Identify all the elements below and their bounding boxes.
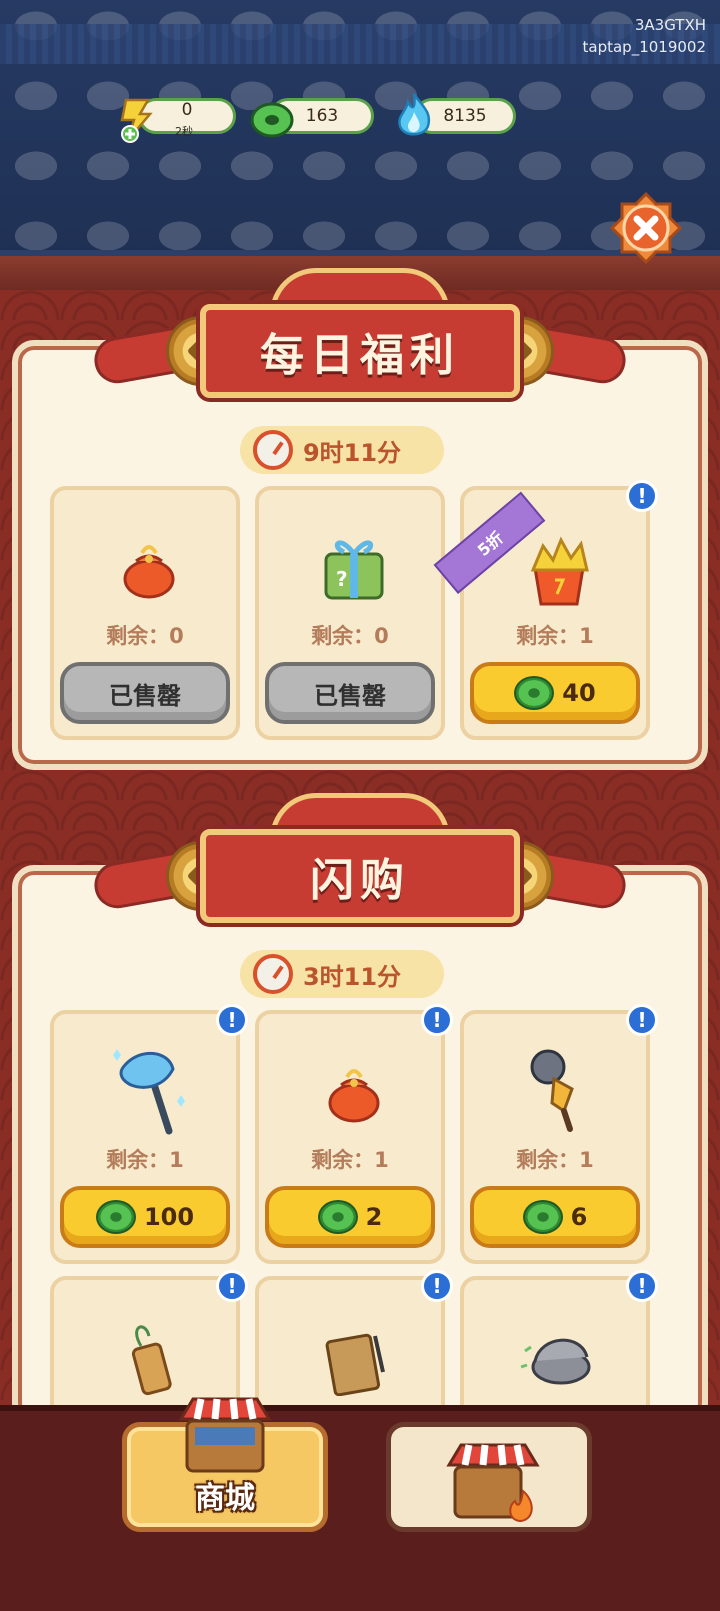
blue-flame-icon [392, 92, 436, 144]
energy-lightning-icon [112, 96, 160, 144]
crystal-axe-icon [99, 1040, 199, 1140]
bottom-nav-bar [0, 1405, 720, 1611]
wooden-tag-icon [99, 1306, 199, 1406]
gold-nuggets-bucket-icon [509, 516, 609, 616]
flash-item-card: ! 剩余：1 6 [460, 1004, 658, 1264]
tab-flash-sale[interactable] [386, 1422, 592, 1532]
coin-value: 163 [305, 106, 339, 126]
info-alert-icon[interactable]: ! [216, 1270, 248, 1302]
account-code-line2: taptap_1019002 [582, 38, 707, 56]
close-button[interactable] [608, 190, 684, 266]
jade-coin-icon [514, 676, 555, 710]
notebook-icon [304, 1306, 404, 1406]
oyster-icon [509, 1306, 609, 1406]
tab-shop-label: 商城 [195, 1481, 255, 1516]
daily-item-card: ? 剩余：0 已售罄 [255, 486, 445, 740]
info-alert-icon[interactable]: ! [626, 1004, 658, 1036]
account-code: 3A3GTXH taptap_1019002 [583, 14, 707, 58]
daily-timer-text: 9时11分 [302, 438, 402, 467]
buy-button[interactable]: 100 [60, 1186, 230, 1248]
energy-value: 0 [181, 100, 193, 120]
remain-count: 剩余：1 [516, 624, 594, 648]
jade-coin-icon [95, 1200, 136, 1234]
info-alert-icon[interactable]: ! [421, 1004, 453, 1036]
remain-count: 剩余：0 [106, 624, 184, 648]
flash-title: 闪购 [200, 829, 520, 923]
daily-timer: 9时11分 [240, 426, 444, 474]
jade-coin-icon [522, 1200, 563, 1234]
jade-coin-icon [250, 98, 294, 146]
energy-timer: 2秒 [175, 125, 193, 138]
flash-timer: 3时11分 [240, 950, 444, 998]
shop-stall-icon [178, 1397, 272, 1473]
clock-icon [252, 430, 293, 470]
info-alert-icon[interactable]: ! [626, 480, 658, 512]
svg-text:?: ? [336, 567, 348, 591]
sold-out-button[interactable]: 已售罄 [265, 662, 435, 724]
buy-button[interactable]: 6 [470, 1186, 640, 1248]
close-icon [609, 191, 683, 265]
daily-item-card: 剩余：0 已售罄 [50, 486, 240, 740]
daily-title: 每日福利 [200, 304, 520, 398]
flash-item-card: ! 剩余：1 2 [255, 1004, 453, 1264]
flash-item-card: ! 剩余：1 100 [50, 1004, 248, 1264]
daily-banner: 每日福利 [80, 268, 640, 408]
buy-button[interactable]: 40 [470, 662, 640, 724]
jade-coin-icon [317, 1200, 358, 1234]
buy-button[interactable]: 2 [265, 1186, 435, 1248]
flash-banner: 闪购 [80, 793, 640, 933]
info-alert-icon[interactable]: ! [421, 1270, 453, 1302]
flash-stall-icon [446, 1443, 540, 1523]
remain-count: 剩余：1 [516, 1148, 594, 1172]
remain-count: 剩余：0 [311, 624, 389, 648]
info-alert-icon[interactable]: ! [626, 1270, 658, 1302]
lucky-bag-icon [99, 516, 199, 616]
price-label: 100 [143, 1203, 195, 1231]
microphone-icon [509, 1040, 609, 1140]
info-alert-icon[interactable]: ! [216, 1004, 248, 1036]
remain-count: 剩余：1 [311, 1148, 389, 1172]
remain-count: 剩余：1 [106, 1148, 184, 1172]
tab-shop[interactable]: 商城 [122, 1397, 328, 1532]
price-label: 6 [570, 1203, 588, 1231]
clock-icon [252, 954, 293, 994]
flash-timer-text: 3时11分 [302, 962, 402, 991]
flame-value: 8135 [443, 106, 487, 126]
account-code-line1: 3A3GTXH [634, 16, 706, 34]
sold-out-button[interactable]: 已售罄 [60, 662, 230, 724]
lucky-bag-icon [304, 1040, 404, 1140]
price-label: 2 [365, 1203, 383, 1231]
daily-item-card: 5折 ! 剩余：1 40 [433, 480, 658, 740]
price-label: 40 [562, 679, 596, 707]
mystery-gift-box-icon: ? [304, 516, 404, 616]
